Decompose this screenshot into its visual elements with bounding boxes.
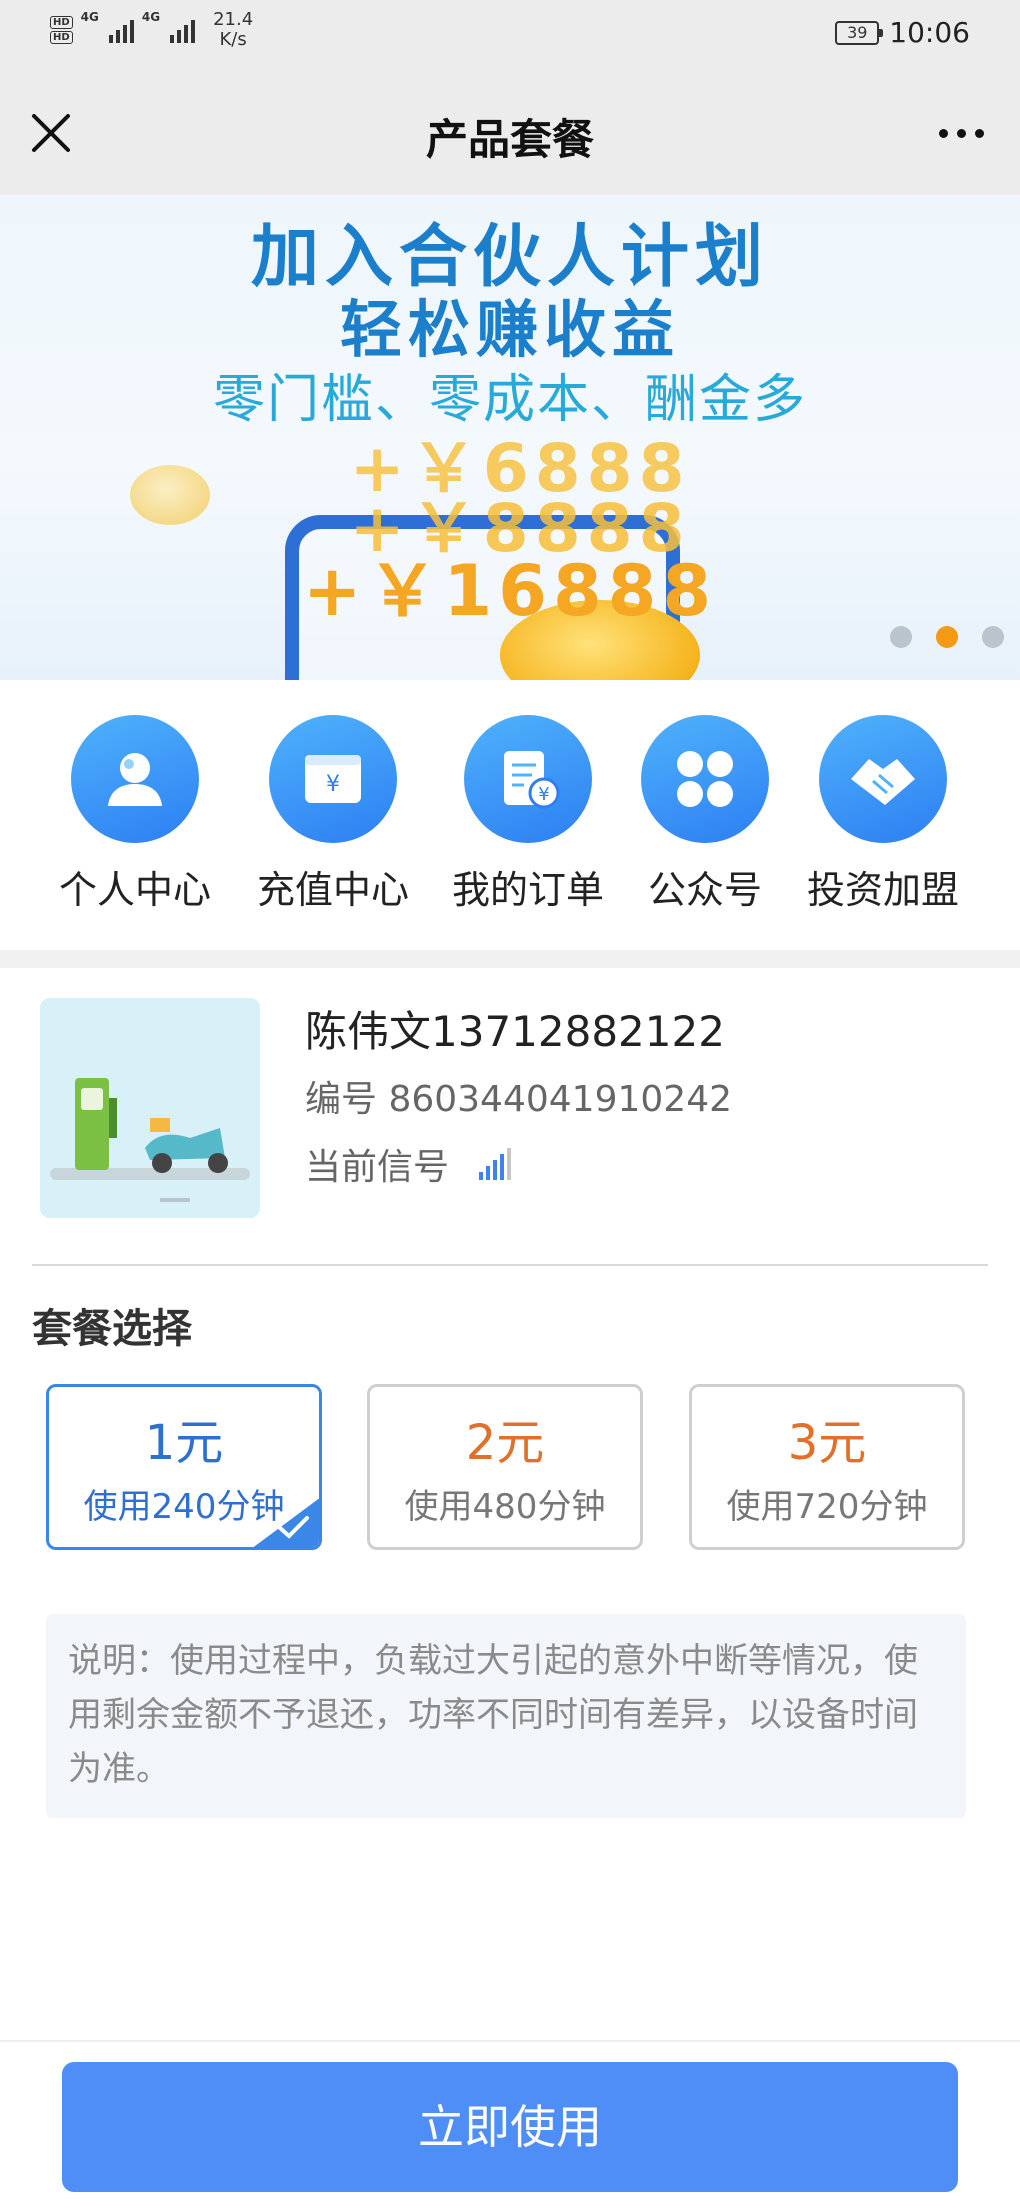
carousel-indicator [890, 626, 1004, 648]
status-left: HD HD 4G 4G 21.4 K/s [50, 10, 253, 50]
battery-level: 39 [847, 22, 868, 42]
package-duration: 使用720分钟 [726, 1487, 928, 1527]
status-bar: HD HD 4G 4G 21.4 K/s 39 10:06 [0, 0, 1020, 70]
quick-link-official-account[interactable]: 公众号 [610, 715, 800, 914]
quick-link-my-orders[interactable]: ¥ 我的订单 [433, 715, 623, 914]
network-speed: 21.4 K/s [213, 10, 253, 50]
quick-link-personal-center[interactable]: 个人中心 [40, 715, 230, 914]
signal-label: 当前信号 [305, 1147, 450, 1188]
package-option-1[interactable]: 1元 使用240分钟 [46, 1384, 322, 1550]
package-option-3[interactable]: 3元 使用720分钟 [689, 1384, 965, 1550]
page-title: 产品套餐 [425, 115, 594, 164]
package-price: 1元 [144, 1415, 224, 1471]
grid-icon [641, 715, 769, 843]
carousel-dot-1[interactable] [890, 626, 912, 648]
cell-signal-icon-2 [170, 17, 196, 43]
quick-links: 个人中心 ¥ 充值中心 ¥ 我的订单 公众号 投资加盟 [0, 680, 1020, 950]
package-duration: 使用480分钟 [404, 1487, 606, 1527]
network-type-2: 4G [141, 10, 161, 24]
recharge-icon: ¥ [269, 715, 397, 843]
person-icon [71, 715, 199, 843]
quick-link-label: 我的订单 [451, 868, 604, 912]
page: HD HD 4G 4G 21.4 K/s 39 10:06 产品套餐 加入合伙人… [0, 0, 1020, 2210]
quick-link-investment[interactable]: 投资加盟 [788, 715, 978, 914]
quick-link-recharge-center[interactable]: ¥ 充值中心 [238, 715, 428, 914]
package-price: 2元 [465, 1415, 545, 1471]
order-icon: ¥ [464, 715, 592, 843]
package-section-title: 套餐选择 [32, 1306, 192, 1352]
quick-link-label: 公众号 [647, 868, 762, 912]
cell-signal-icon-1 [108, 17, 134, 43]
hd-badge-2: HD [50, 31, 73, 44]
device-signal: 当前信号 [305, 1138, 512, 1190]
svg-text:¥: ¥ [538, 784, 549, 805]
signal-strength-icon [479, 1148, 512, 1180]
status-right: 39 10:06 [835, 16, 970, 49]
usage-note: 说明：使用过程中，负载过大引起的意外中断等情况，使用剩余金额不予退还，功率不同时… [46, 1614, 966, 1818]
promo-banner[interactable]: 加入合伙人计划 轻松赚收益 零门槛、零成本、酬金多 +￥6888 +￥8888 … [0, 195, 1020, 680]
quick-link-label: 投资加盟 [806, 868, 959, 912]
handshake-icon [819, 715, 947, 843]
more-icon[interactable] [926, 106, 996, 160]
network-type-1: 4G [80, 10, 99, 24]
divider-line [32, 1264, 988, 1266]
banner-subheadline: 轻松赚收益 [339, 293, 680, 366]
svg-text:¥: ¥ [326, 772, 340, 797]
speed-unit: K/s [219, 29, 247, 50]
section-divider [0, 950, 1020, 968]
quick-link-label: 充值中心 [256, 868, 409, 912]
hd-badge-1: HD [50, 16, 73, 29]
carousel-dot-2[interactable] [936, 626, 958, 648]
carousel-dot-3[interactable] [982, 626, 1004, 648]
battery-icon: 39 [835, 20, 884, 45]
device-id: 编号 860344041910242 [305, 1079, 733, 1120]
device-thumbnail [40, 998, 260, 1218]
package-option-2[interactable]: 2元 使用480分钟 [367, 1384, 643, 1550]
banner-amount-3: +￥16888 [302, 550, 718, 632]
speed-value: 21.4 [213, 9, 254, 30]
bottom-bar: 立即使用 [0, 2040, 1020, 2210]
check-icon [277, 1516, 309, 1539]
package-price: 3元 [787, 1415, 867, 1471]
clock: 10:06 [889, 16, 970, 49]
use-now-button[interactable]: 立即使用 [62, 2062, 958, 2192]
device-owner: 陈伟文13712882122 [305, 1007, 725, 1056]
quick-link-label: 个人中心 [58, 868, 211, 912]
hd-indicators: HD HD [50, 15, 73, 45]
nav-bar: 产品套餐 [0, 70, 1020, 195]
